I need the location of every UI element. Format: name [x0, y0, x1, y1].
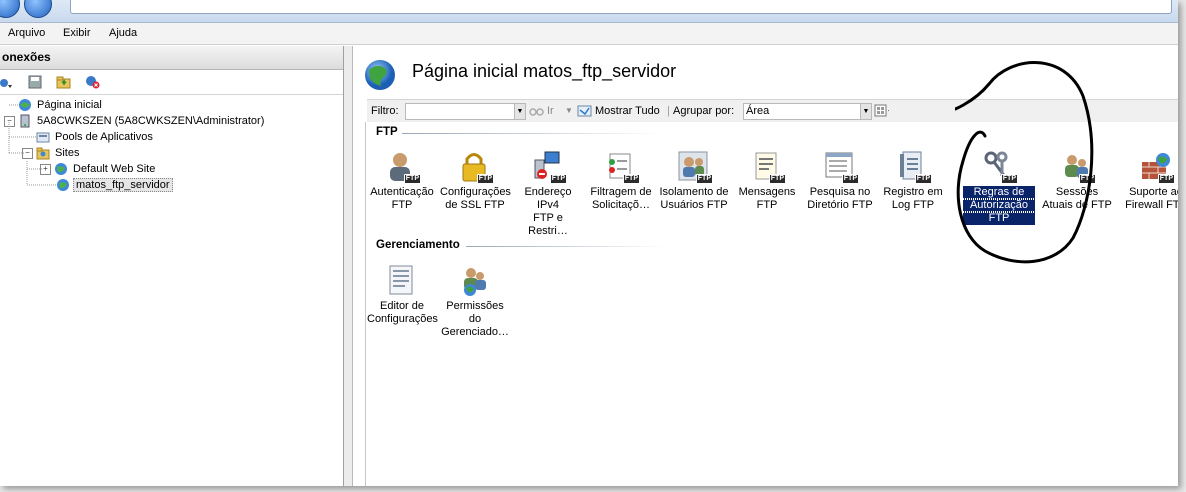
menu-ajuda[interactable]: Ajuda	[109, 27, 137, 39]
config-editor-icon	[385, 264, 419, 298]
show-all-button[interactable]: Mostrar Tudo	[595, 105, 660, 117]
feature-label: Solicitaçõ…	[591, 199, 651, 211]
firewall-icon: FTP	[1139, 150, 1175, 184]
feature-label: Regras de	[962, 185, 1036, 200]
menu-arquivo[interactable]: Arquivo	[8, 27, 45, 39]
feature-label: de SSL FTP	[445, 199, 505, 211]
filter-toolbar: Filtro: ▼ Ir ▼ Mostrar Tudo | Agrupar po…	[367, 99, 1178, 123]
feature-ftp-authentication[interactable]: FTP Autenticação FTP	[366, 150, 438, 212]
feature-label: Atuais de FTP	[1042, 199, 1112, 211]
tree-label: Default Web Site	[73, 163, 156, 175]
back-button[interactable]	[0, 0, 20, 18]
chevron-down-icon[interactable]: ▼	[565, 106, 573, 115]
connections-pane: onexões Página inicial − 5A8CWKSZEN (5A8…	[0, 46, 344, 486]
feature-label: Filtragem de	[590, 186, 652, 198]
features-view: FTP FTP Autenticação FTP FTP Configuraçõ…	[365, 122, 1178, 486]
tree-label: matos_ftp_servidor	[73, 178, 173, 192]
menu-exibir[interactable]: Exibir	[63, 27, 91, 39]
logging-icon: FTP	[896, 150, 932, 184]
feature-label: Sessões	[1055, 186, 1099, 198]
directory-browsing-icon: FTP	[823, 150, 859, 184]
feature-ftp-authorization-rules[interactable]: FTP Regras de Autorização FTP	[962, 150, 1036, 226]
show-all-icon[interactable]	[577, 103, 592, 118]
filter-label: Filtro:	[371, 105, 399, 117]
disconnect-icon[interactable]	[85, 74, 100, 89]
feature-label: Pesquisa no	[809, 186, 871, 198]
feature-ftp-request-filtering[interactable]: FTP Filtragem de Solicitaçõ…	[585, 150, 657, 212]
feature-label: Configurações	[440, 186, 511, 198]
iis-manager-window: Arquivo Exibir Ajuda onexões Página inic…	[0, 0, 1178, 486]
feature-ftp-logging[interactable]: FTP Registro em Log FTP	[877, 150, 949, 212]
feature-ftp-ssl-settings[interactable]: FTP Configurações de SSL FTP	[439, 150, 511, 212]
authentication-user-icon: FTP	[385, 150, 421, 184]
section-divider	[402, 133, 662, 134]
feature-label: Endereço IPv4	[524, 186, 572, 211]
feature-label: Mensagens	[738, 186, 796, 198]
feature-label: Usuários FTP	[660, 199, 728, 211]
filter-input[interactable]: ▼	[405, 103, 526, 120]
feature-label: FTP e Restri…	[528, 212, 568, 237]
messages-icon: FTP	[750, 150, 786, 184]
menu-bar: Arquivo Exibir Ajuda	[0, 23, 1178, 45]
request-filter-icon: FTP	[604, 150, 640, 184]
feature-label: Log FTP	[891, 199, 935, 211]
feature-label: Firewall FTP	[1125, 199, 1178, 211]
pane-splitter[interactable]	[344, 46, 352, 486]
connections-header: onexões	[0, 46, 343, 70]
group-by-value: Área	[746, 105, 770, 117]
toolbar-separator: |	[667, 105, 670, 117]
save-icon[interactable]	[27, 74, 42, 89]
section-title-management: Gerenciamento	[376, 239, 460, 251]
ip-restriction-icon: FTP	[531, 150, 567, 184]
feature-label: Diretório FTP	[807, 199, 873, 211]
page-title: Página inicial matos_ftp_servidor	[412, 61, 677, 81]
section-divider	[466, 246, 666, 247]
feature-ftp-messages[interactable]: FTP Mensagens FTP	[731, 150, 803, 212]
feature-ftp-ip-restrictions[interactable]: FTP Endereço IPv4 FTP e Restri…	[512, 150, 584, 238]
feature-ftp-current-sessions[interactable]: FTP Sessões Atuais de FTP	[1041, 150, 1113, 212]
go-button[interactable]: Ir	[547, 105, 554, 117]
feature-label: Suporte ao	[1129, 186, 1178, 198]
home-page-pane: Página inicial matos_ftp_servidor Filtro…	[352, 46, 1178, 486]
chevron-down-icon[interactable]: ▼	[514, 104, 525, 119]
connections-toolbar	[0, 70, 343, 95]
feature-ftp-firewall-support[interactable]: FTP Suporte ao Firewall FTP	[1120, 150, 1178, 212]
group-by-label: Agrupar por:	[673, 105, 735, 117]
feature-configuration-editor[interactable]: Editor de Configurações	[366, 264, 438, 326]
feature-label: FTP	[962, 211, 1036, 226]
ssl-lock-icon: FTP	[458, 150, 494, 184]
feature-label: Gerenciado…	[441, 326, 509, 338]
feature-label: FTP	[756, 199, 778, 211]
globe-icon	[365, 60, 395, 90]
sessions-users-icon: FTP	[1060, 150, 1096, 184]
section-title-ftp: FTP	[376, 126, 398, 138]
title-bar	[0, 0, 1178, 23]
authorization-keys-icon: FTP	[982, 150, 1018, 184]
feature-label: Permissões do	[446, 300, 504, 325]
manager-permissions-icon	[458, 264, 492, 298]
feature-label: Configurações	[367, 313, 438, 325]
feature-label: Autorização	[962, 198, 1036, 213]
connect-icon[interactable]	[0, 74, 13, 89]
feature-label: Autenticação	[370, 186, 434, 198]
feature-ftp-user-isolation[interactable]: FTP Isolamento de Usuários FTP	[658, 150, 730, 212]
feature-label: Isolamento de	[659, 186, 729, 198]
group-by-select[interactable]: Área ▼	[743, 103, 872, 120]
folder-up-icon[interactable]	[56, 74, 71, 89]
feature-manager-permissions[interactable]: Permissões do Gerenciado…	[439, 264, 511, 339]
user-isolation-icon: FTP	[677, 150, 713, 184]
go-icon[interactable]	[529, 103, 544, 118]
page-header: Página inicial matos_ftp_servidor	[353, 46, 1178, 96]
feature-label: Editor de	[379, 300, 425, 312]
forward-button[interactable]	[24, 0, 52, 18]
address-bar[interactable]	[70, 0, 1172, 14]
feature-label: Registro em	[883, 186, 943, 198]
tree-lines	[8, 104, 56, 186]
chevron-down-icon[interactable]: ▼	[860, 104, 871, 119]
feature-label: FTP	[391, 199, 413, 211]
view-mode-icon[interactable]	[874, 103, 889, 118]
feature-ftp-directory-browsing[interactable]: FTP Pesquisa no Diretório FTP	[804, 150, 876, 212]
